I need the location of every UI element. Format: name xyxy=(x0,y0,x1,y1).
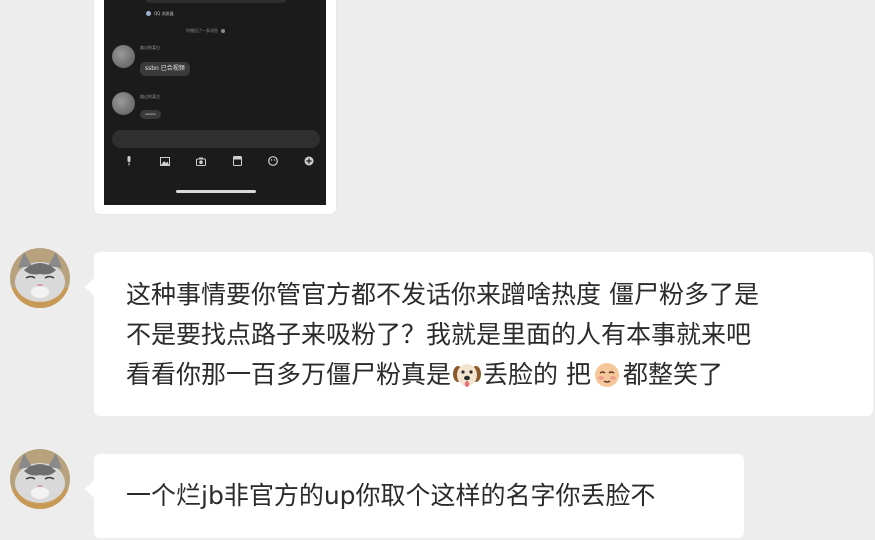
shared-screenshot-message[interactable]: QQ 浏览器 你撤回了一条消息 路过的某位 ssbn 已合视频 路过的某位 xx… xyxy=(94,0,336,214)
message-line: 这种事情要你管官方都不发话你来蹭啥热度 僵尸粉多了是 xyxy=(126,280,759,309)
recall-dot-icon xyxy=(221,29,225,33)
screenshot-sender-name: 路过的某位 xyxy=(140,94,160,99)
screenshot-image[interactable]: QQ 浏览器 你撤回了一条消息 路过的某位 ssbn 已合视频 路过的某位 xx… xyxy=(104,0,326,205)
message-text: 一个烂jb非官方的up你取个这样的名字你丢脸不 xyxy=(126,481,656,510)
plus-icon xyxy=(304,156,314,166)
message-text-segment: 看看你那一百多万僵尸粉真是 xyxy=(126,360,452,389)
image-icon xyxy=(160,156,170,166)
message-text-segment: 都整笑了 xyxy=(622,360,723,389)
screenshot-avatar xyxy=(112,45,135,68)
message-bubble[interactable]: 一个烂jb非官方的up你取个这样的名字你丢脸不 xyxy=(85,454,744,538)
message-line: 看看你那一百多万僵尸粉真是 丢脸的 把 都整笑了 xyxy=(126,355,759,395)
message-line: 不是要找点路子来吸粉了？我就是里面的人有本事就来吧 xyxy=(126,320,752,349)
microphone-icon xyxy=(124,156,134,166)
qq-browser-icon xyxy=(146,11,151,16)
red-packet-icon xyxy=(232,156,242,166)
avatar[interactable] xyxy=(10,248,70,308)
dog-emoji-icon xyxy=(452,359,482,389)
screenshot-source-row: QQ 浏览器 xyxy=(146,11,174,16)
screenshot-toolbar xyxy=(124,156,314,166)
camera-icon xyxy=(196,156,206,166)
cat-avatar-image xyxy=(10,449,70,509)
cat-avatar-image xyxy=(10,248,70,308)
emoji-icon xyxy=(268,156,278,166)
screenshot-recall-notice: 你撤回了一条消息 xyxy=(186,29,225,33)
screenshot-chat-bubble: ssbn 已合视频 xyxy=(140,62,190,76)
screenshot-source-label: QQ 浏览器 xyxy=(154,10,174,16)
screenshot-chat-bubble: xxxxxx xyxy=(140,110,161,119)
message-text-segment: 丢脸的 把 xyxy=(483,360,591,389)
screenshot-avatar xyxy=(112,92,135,115)
sheepish-face-emoji-icon xyxy=(592,359,622,389)
recall-notice-text: 你撤回了一条消息 xyxy=(186,28,218,33)
screenshot-home-indicator xyxy=(176,190,256,193)
avatar[interactable] xyxy=(10,449,70,509)
message-text: 这种事情要你管官方都不发话你来蹭啥热度 僵尸粉多了是 不是要找点路子来吸粉了？我… xyxy=(126,275,759,395)
screenshot-top-bubble xyxy=(146,0,286,3)
screenshot-input-bar xyxy=(112,130,320,148)
screenshot-sender-name: 路过的某位 xyxy=(140,45,160,50)
message-bubble[interactable]: 这种事情要你管官方都不发话你来蹭啥热度 僵尸粉多了是 不是要找点路子来吸粉了？我… xyxy=(85,252,873,416)
